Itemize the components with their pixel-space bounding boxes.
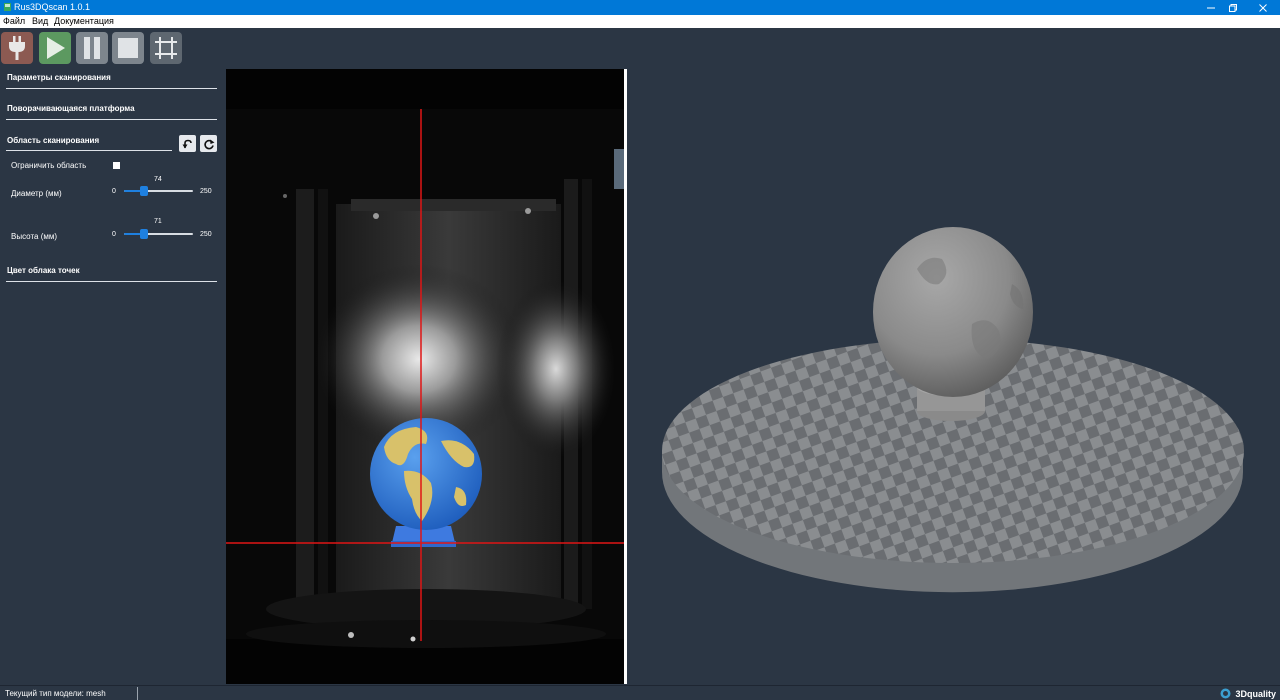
model-viewport[interactable] (627, 69, 1280, 684)
menu-bar: Файл Вид Документация (0, 15, 1280, 28)
status-text: Текущий тип модели: mesh (5, 689, 106, 698)
menu-view[interactable]: Вид (32, 16, 48, 26)
brand-logo-icon (1220, 688, 1231, 699)
pause-button[interactable] (76, 32, 108, 64)
minimize-icon (1207, 7, 1215, 8)
diameter-value: 74 (154, 176, 162, 183)
settings-panel: Параметры сканирования Поворачивающаяся … (0, 69, 226, 685)
height-label: Высота (мм) (11, 232, 58, 241)
close-button[interactable] (1248, 0, 1278, 15)
pause-icon (84, 37, 100, 59)
status-bar: Текущий тип модели: mesh 3Dquality (0, 685, 1280, 700)
height-max: 250 (200, 231, 212, 238)
height-min: 0 (112, 231, 116, 238)
connect-button[interactable] (1, 32, 33, 64)
menu-file[interactable]: Файл (3, 16, 25, 26)
section-scan-params[interactable]: Параметры сканирования (7, 73, 111, 82)
diameter-label: Диаметр (мм) (11, 189, 62, 198)
status-separator (137, 687, 138, 700)
crop-button[interactable] (150, 32, 182, 64)
rotate-ccw-icon (182, 139, 192, 148)
window-title: Rus3DQscan 1.0.1 (14, 2, 91, 12)
diameter-slider[interactable] (124, 186, 193, 196)
stop-icon (118, 38, 138, 58)
rotate-right-button[interactable] (200, 135, 217, 152)
camera-image (226, 69, 624, 684)
section-point-cloud-color[interactable]: Цвет облака точек (7, 266, 80, 275)
section-scan-area[interactable]: Область сканирования (7, 136, 99, 145)
plug-icon (9, 36, 25, 60)
restore-button[interactable] (1218, 0, 1248, 15)
height-value: 71 (154, 218, 162, 225)
rotate-cw-icon (203, 139, 214, 149)
section-divider (6, 281, 217, 282)
section-divider (6, 88, 217, 89)
slider-thumb[interactable] (139, 229, 148, 239)
menu-documentation[interactable]: Документация (54, 16, 114, 26)
section-divider (6, 119, 217, 120)
brand-name: 3Dquality (1235, 688, 1276, 699)
3d-model-scene (662, 227, 1244, 593)
stop-button[interactable] (112, 32, 144, 64)
rotate-left-button[interactable] (179, 135, 196, 152)
app-icon (4, 3, 11, 11)
section-divider (6, 150, 172, 151)
limit-area-checkbox[interactable] (113, 162, 120, 169)
crop-icon (155, 37, 177, 59)
toolbar (0, 28, 1280, 69)
close-icon (1259, 3, 1267, 12)
diameter-min: 0 (112, 188, 116, 195)
height-slider[interactable] (124, 229, 193, 239)
section-rotating-platform[interactable]: Поворачивающаяся платформа (7, 104, 135, 113)
brand: 3Dquality (1220, 688, 1276, 699)
camera-view[interactable] (226, 69, 624, 684)
start-scan-button[interactable] (39, 32, 71, 64)
title-bar: Rus3DQscan 1.0.1 (0, 0, 1280, 15)
play-icon (47, 37, 65, 59)
limit-area-label: Ограничить область (11, 161, 87, 170)
restore-icon (1229, 3, 1237, 12)
slider-thumb[interactable] (140, 186, 149, 196)
diameter-max: 250 (200, 188, 212, 195)
